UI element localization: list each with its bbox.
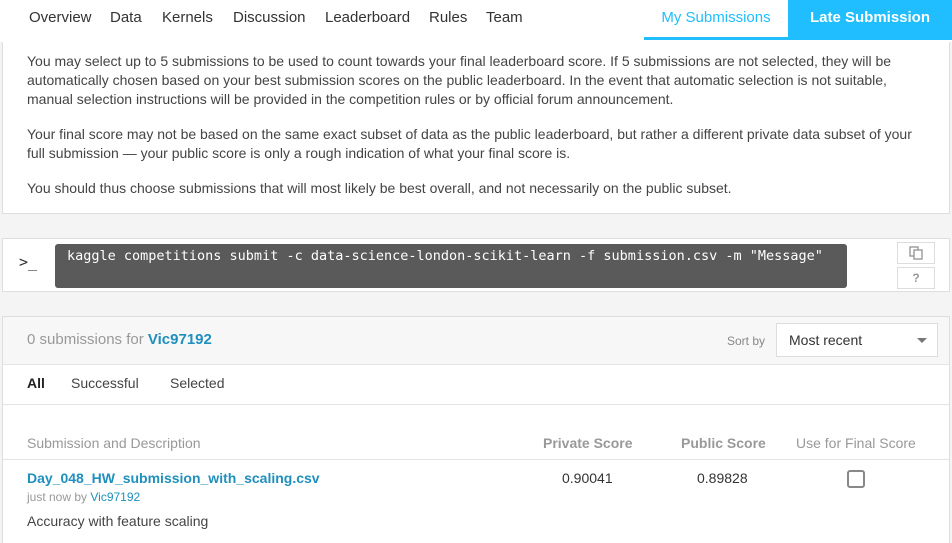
- tab-my-submissions[interactable]: My Submissions: [644, 0, 788, 40]
- submission-count: 0 submissions for Vic97192: [27, 331, 212, 348]
- filter-successful[interactable]: Successful: [71, 375, 139, 391]
- late-submission-button[interactable]: Late Submission: [788, 0, 952, 40]
- submission-count-text: 0 submissions for: [27, 331, 144, 348]
- column-description: Submission and Description: [27, 435, 201, 451]
- column-final-score: Use for Final Score: [796, 435, 916, 451]
- final-score-checkbox[interactable]: [847, 470, 865, 488]
- tab-team[interactable]: Team: [486, 0, 523, 36]
- submission-info-panel: You may select up to 5 submissions to be…: [2, 42, 950, 214]
- api-command-text[interactable]: kaggle competitions submit -c data-scien…: [55, 244, 847, 288]
- header-divider: [3, 459, 949, 460]
- submission-description: Accuracy with feature scaling: [27, 513, 209, 529]
- public-score-value: 0.89828: [697, 470, 748, 486]
- tab-discussion[interactable]: Discussion: [233, 0, 306, 36]
- sort-label: Sort by: [727, 334, 766, 348]
- info-paragraph-private-score: Your final score may not be based on the…: [27, 126, 912, 161]
- column-public-score[interactable]: Public Score: [681, 435, 766, 451]
- tab-rules[interactable]: Rules: [429, 0, 467, 36]
- info-paragraph-advice: You should thus choose submissions that …: [27, 180, 732, 196]
- user-link[interactable]: Vic97192: [148, 331, 212, 348]
- submission-file-link[interactable]: Day_048_HW_submission_with_scaling.csv: [27, 470, 320, 486]
- submissions-header: 0 submissions for Vic97192 Sort by Most …: [3, 317, 949, 365]
- tab-leaderboard[interactable]: Leaderboard: [325, 0, 410, 36]
- column-private-score[interactable]: Private Score: [543, 435, 633, 451]
- tab-data[interactable]: Data: [110, 0, 142, 36]
- tab-overview[interactable]: Overview: [29, 0, 92, 36]
- info-paragraph-selection: You may select up to 5 submissions to be…: [27, 53, 892, 107]
- submission-user-link[interactable]: Vic97192: [90, 490, 140, 504]
- help-button[interactable]: ?: [897, 267, 935, 289]
- submission-time: just now by: [27, 490, 88, 504]
- copy-icon: [909, 246, 923, 260]
- filter-selected[interactable]: Selected: [170, 375, 224, 391]
- submissions-panel: 0 submissions for Vic97192 Sort by Most …: [2, 316, 950, 543]
- terminal-icon: >_: [19, 253, 38, 271]
- chevron-down-icon: [917, 338, 927, 343]
- top-navigation: Overview Data Kernels Discussion Leaderb…: [0, 0, 952, 42]
- api-command-panel: >_ kaggle competitions submit -c data-sc…: [2, 238, 950, 292]
- sort-value: Most recent: [789, 332, 863, 348]
- sort-select[interactable]: Most recent: [776, 323, 938, 357]
- filter-divider: [3, 404, 949, 405]
- filter-all[interactable]: All: [27, 375, 45, 391]
- submission-meta: just now by Vic97192: [27, 490, 140, 504]
- tab-kernels[interactable]: Kernels: [162, 0, 213, 36]
- copy-button[interactable]: [897, 242, 935, 264]
- private-score-value: 0.90041: [562, 470, 613, 486]
